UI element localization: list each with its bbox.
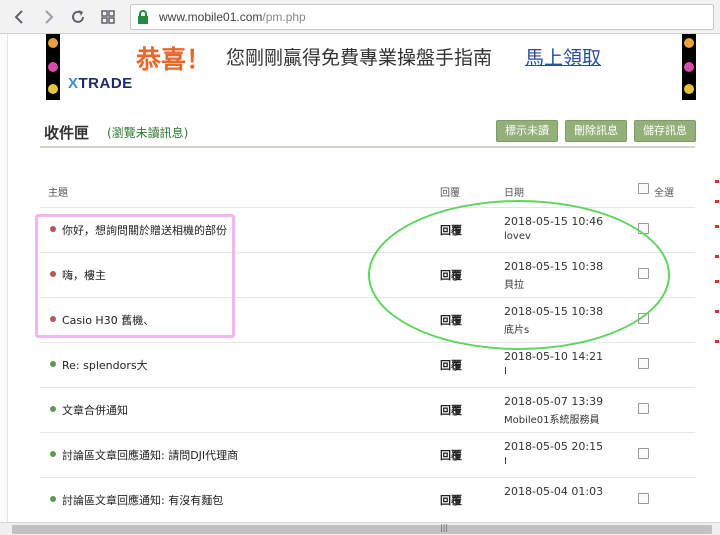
highlight-annotation-box <box>35 214 235 338</box>
browser-toolbar: www.mobile01.com/pm.php <box>0 0 720 34</box>
message-subject[interactable]: Re: splendors大 <box>62 357 148 373</box>
page-title: 收件匣 <box>44 124 90 142</box>
reload-icon[interactable] <box>68 7 88 27</box>
message-sender[interactable]: I <box>504 456 507 467</box>
message-date: 2018-05-07 13:39 <box>504 395 604 408</box>
reply-link[interactable]: 回覆 <box>440 447 462 463</box>
mark-unread-button[interactable]: 標示未讀 <box>496 120 558 142</box>
message-subject[interactable]: 討論區文章回應通知: 請問DJI代理商 <box>62 447 238 463</box>
read-dot-icon <box>50 361 56 367</box>
header-reply: 回覆 <box>440 188 460 199</box>
delete-message-button[interactable]: 刪除訊息 <box>565 120 627 142</box>
banner-message: 您剛剛贏得免費專業操盤手指南 <box>226 47 493 69</box>
row-checkbox[interactable] <box>638 403 649 414</box>
banner-light <box>48 62 58 72</box>
banner-claim-link[interactable]: 馬上領取 <box>525 43 601 70</box>
message-date: 2018-05-04 01:03 <box>504 485 604 498</box>
apps-icon[interactable] <box>98 7 118 27</box>
read-dot-icon <box>50 406 56 412</box>
banner-content: 恭喜！ 您剛剛贏得免費專業操盤手指南 馬上領取 XTRADE <box>60 34 682 100</box>
read-dot-icon <box>50 451 56 457</box>
title-divider <box>40 146 695 148</box>
reply-link[interactable]: 回覆 <box>440 492 462 508</box>
reply-link[interactable]: 回覆 <box>440 402 462 418</box>
reply-link[interactable]: 回覆 <box>440 357 462 373</box>
message-row[interactable]: Re: splendors大 回覆 2018-05-10 14:21 I <box>40 342 695 387</box>
message-row[interactable]: 討論區文章回應通知: 請問DJI代理商 回覆 2018-05-05 20:15 … <box>40 432 695 477</box>
xtrade-logo: XTRADE <box>68 75 133 92</box>
header-subject: 主題 <box>48 188 68 199</box>
scrollbar-grip-icon: ||| <box>440 523 449 532</box>
message-row[interactable]: 討論區文章回應通知: 有沒有麵包 回覆 2018-05-04 01:03 <box>40 477 695 522</box>
banner-light <box>48 38 58 48</box>
row-checkbox[interactable] <box>638 448 649 459</box>
horizontal-scrollbar[interactable]: ||| <box>0 522 720 535</box>
header-date: 日期 <box>504 188 524 199</box>
banner-light <box>684 84 694 94</box>
banner-light <box>684 62 694 72</box>
back-icon[interactable] <box>10 7 30 27</box>
row-checkbox[interactable] <box>638 493 649 504</box>
banner-light <box>48 84 58 94</box>
message-row[interactable]: 文章合併通知 回覆 2018-05-07 13:39 Mobile01系統服務員 <box>40 387 695 432</box>
highlight-annotation-ellipse <box>368 200 670 350</box>
ad-banner[interactable]: 恭喜！ 您剛剛贏得免費專業操盤手指南 馬上領取 XTRADE <box>46 34 696 100</box>
select-all-checkbox[interactable] <box>638 183 649 194</box>
right-edge-marks <box>714 180 720 380</box>
address-bar[interactable]: www.mobile01.com/pm.php <box>130 4 714 30</box>
scrollbar-thumb[interactable] <box>12 525 712 534</box>
message-date: 2018-05-10 14:21 <box>504 350 604 363</box>
message-sender[interactable]: I <box>504 366 507 377</box>
header-select-all: 全選 <box>654 188 674 199</box>
message-sender[interactable]: Mobile01系統服務員 <box>504 411 600 426</box>
banner-congrats: 恭喜！ <box>136 45 212 74</box>
row-checkbox[interactable] <box>638 358 649 369</box>
banner-light <box>684 38 694 48</box>
lock-icon <box>136 10 150 25</box>
message-date: 2018-05-05 20:15 <box>504 440 604 453</box>
forward-icon[interactable] <box>38 7 58 27</box>
message-subject[interactable]: 討論區文章回應通知: 有沒有麵包 <box>62 492 223 508</box>
view-unread-link[interactable]: (瀏覽未讀訊息) <box>107 124 188 141</box>
save-message-button[interactable]: 儲存訊息 <box>634 120 696 142</box>
message-subject[interactable]: 文章合併通知 <box>62 402 128 418</box>
page-left-edge <box>0 34 8 522</box>
url-text: www.mobile01.com/pm.php <box>159 10 306 24</box>
read-dot-icon <box>50 496 56 502</box>
